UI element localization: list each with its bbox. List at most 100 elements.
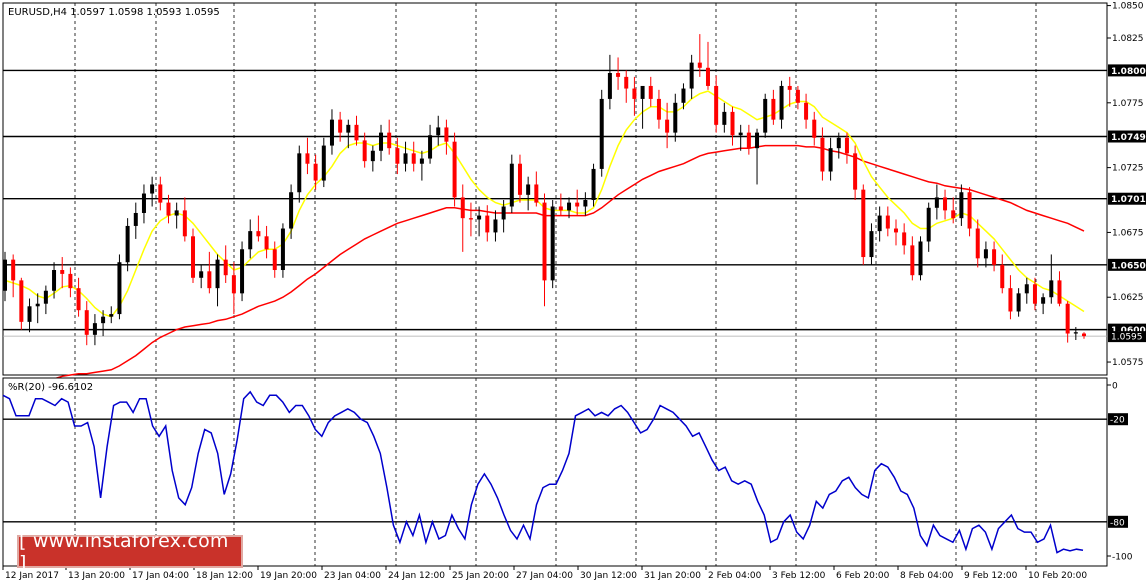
candle-body [893, 228, 898, 233]
candle [550, 200, 555, 289]
candle [599, 89, 604, 177]
candle-body [983, 249, 988, 259]
candle-body [738, 132, 743, 136]
candle-body [101, 316, 106, 324]
candle-body [1073, 332, 1078, 334]
candle-body [975, 228, 980, 259]
candle [19, 277, 24, 330]
candle-body [804, 102, 809, 120]
candle-body [109, 314, 114, 317]
candle-body [665, 119, 670, 133]
candle-body [844, 137, 849, 154]
candle-body [926, 207, 931, 242]
candle-body [387, 132, 392, 149]
x-tick-label: 3 Feb 12:00 [772, 571, 826, 581]
candle-body [910, 245, 915, 276]
x-tick-label: 9 Feb 12:00 [964, 571, 1018, 581]
candle-body [591, 168, 596, 201]
candle [918, 236, 923, 281]
candle-body [1082, 333, 1086, 337]
candle-body [607, 72, 612, 99]
candle-body [918, 241, 923, 276]
candle-body [534, 184, 539, 203]
candle-body [1008, 288, 1013, 312]
indicator-title: %R(20) -96.6102 [8, 382, 93, 393]
candle-body [379, 132, 384, 151]
candle-body [951, 210, 956, 219]
candle-body [362, 140, 367, 162]
candle-body [828, 148, 833, 172]
candle-body [583, 200, 588, 207]
candle-body [599, 98, 604, 169]
candle-body [477, 215, 482, 220]
candle-body [60, 270, 65, 274]
candle-body [141, 193, 146, 213]
candle-body [820, 137, 825, 172]
indicator-level-label: -80 [1110, 518, 1125, 528]
candle-body [967, 192, 972, 229]
candle-body [158, 184, 163, 203]
candle-body [616, 72, 621, 77]
x-tick-label: 10 Feb 20:00 [1028, 571, 1087, 581]
candle-body [1049, 280, 1054, 298]
candle-body [501, 206, 506, 220]
candle-body [697, 62, 702, 68]
candle-body [207, 271, 212, 289]
candle-body [1041, 297, 1046, 304]
candle-body [861, 189, 866, 258]
candle-body [1016, 293, 1021, 312]
candle-body [174, 210, 179, 216]
candle-body [1032, 284, 1037, 304]
candle-body [280, 228, 285, 271]
indicator-level-label: -20 [1110, 416, 1125, 426]
candle-body [428, 135, 433, 159]
candle-body [92, 323, 97, 335]
candle-body [755, 132, 760, 149]
candle-body [509, 163, 514, 207]
candle-body [272, 249, 277, 271]
price-tick-label: 1.0575 [1112, 358, 1144, 368]
instaforex-watermark[interactable]: [ www.instaforex.com ] [17, 530, 243, 574]
candle-body [1000, 264, 1005, 289]
candle-body [460, 197, 465, 219]
candle-body [289, 192, 294, 229]
candle-body [943, 197, 948, 211]
candle-body [419, 158, 424, 164]
candle-body [542, 202, 547, 281]
candle-body [714, 85, 719, 125]
level-label: 1.0749 [1111, 133, 1146, 143]
candle-body [959, 192, 964, 219]
price-tick-label: 1.0850 [1112, 2, 1144, 12]
candle-body [558, 206, 563, 211]
candle-body [297, 153, 302, 193]
candle-body [215, 259, 220, 289]
candle-body [705, 67, 710, 86]
candle-body [1024, 284, 1029, 294]
candle-body [575, 202, 580, 207]
candle [280, 223, 285, 278]
candle [240, 241, 245, 302]
candle-body [681, 88, 686, 103]
x-tick-label: 6 Feb 20:00 [836, 571, 890, 581]
current-price-label: 1.0595 [1111, 333, 1143, 343]
candle-body [395, 148, 400, 164]
candle-body [321, 145, 326, 181]
candle-body [166, 202, 171, 216]
candle-body [468, 218, 473, 220]
candle-body [730, 111, 735, 136]
candle-body [436, 127, 441, 136]
candle-body [673, 102, 678, 133]
x-tick-label: 23 Jan 04:00 [324, 571, 381, 581]
candle-body [199, 271, 204, 278]
candle-body [27, 306, 32, 322]
candle-body [264, 236, 269, 250]
candle-body [76, 288, 81, 311]
candle-body [763, 98, 768, 133]
candle-body [812, 119, 817, 138]
candle [763, 93, 768, 138]
candle-body [934, 197, 939, 208]
price-tick-label: 1.0825 [1112, 34, 1144, 44]
candle-body [526, 184, 531, 195]
candle-body [231, 275, 236, 294]
candle-body [992, 249, 997, 265]
